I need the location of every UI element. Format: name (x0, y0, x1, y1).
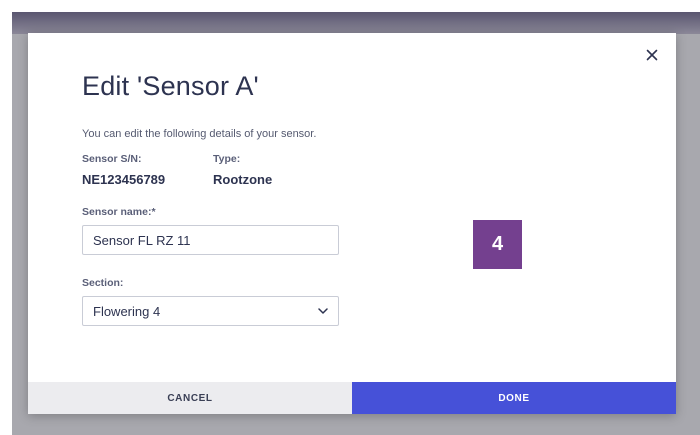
section-select[interactable]: Flowering 4 (82, 296, 339, 326)
close-icon (646, 49, 658, 61)
sensor-name-value: Sensor FL RZ 11 (93, 232, 191, 248)
sensor-type-label: Type: (213, 153, 241, 165)
dialog-footer: CANCEL DONE (28, 382, 676, 414)
sensor-name-label: Sensor name:* (82, 206, 156, 218)
sensor-name-input[interactable]: Sensor FL RZ 11 (82, 225, 339, 255)
sensor-type-value: Rootzone (213, 172, 273, 187)
chevron-down-icon (318, 308, 328, 314)
sensor-serial-value: NE123456789 (82, 172, 166, 187)
step-number-badge: 4 (473, 220, 522, 269)
done-button[interactable]: DONE (352, 382, 676, 414)
cancel-button[interactable]: CANCEL (28, 382, 352, 414)
dialog-description: You can edit the following details of yo… (82, 128, 317, 140)
edit-sensor-dialog: Edit 'Sensor A' You can edit the followi… (28, 33, 676, 414)
close-button[interactable] (642, 45, 662, 65)
section-selected-value: Flowering 4 (93, 303, 161, 319)
sensor-serial-label: Sensor S/N: (82, 153, 142, 165)
background-header (12, 12, 700, 34)
dialog-title: Edit 'Sensor A' (82, 71, 259, 101)
section-label: Section: (82, 277, 124, 289)
